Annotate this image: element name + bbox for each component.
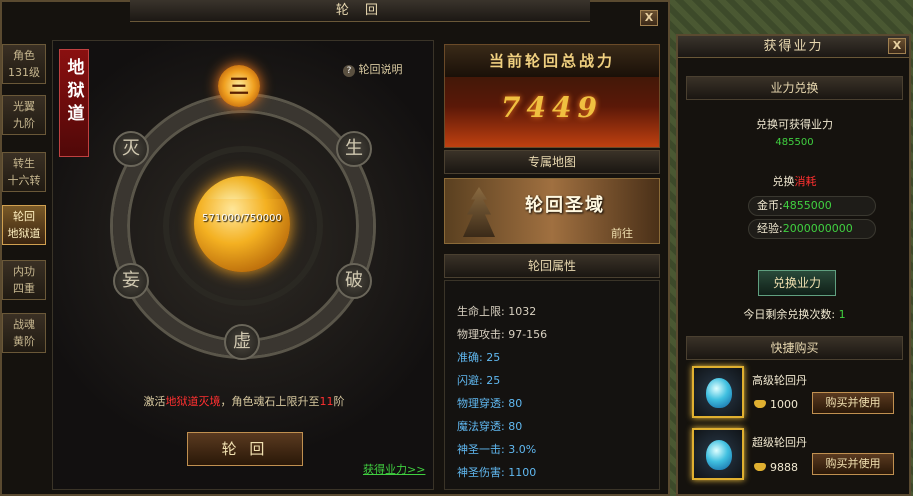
attributes-title: 轮回属性 — [444, 254, 660, 278]
cost-label: 兑换消耗 — [772, 175, 817, 188]
item-price: 9888 — [770, 461, 798, 474]
buy-use-button[interactable]: 购买并使用 — [812, 453, 894, 475]
pagoda-icon — [463, 187, 495, 237]
exchange-label: 兑换可获得业力 — [756, 118, 833, 131]
flame-seal-icon: 三 — [218, 65, 260, 107]
item-price: 1000 — [770, 398, 798, 411]
attr-row: 神圣伤害: 1100 — [457, 466, 537, 479]
map-name: 轮回圣域 — [525, 195, 605, 216]
karma-window-title: 获得业力 — [678, 36, 909, 58]
remaining-count: 今日剩余兑换次数: 1 — [743, 308, 846, 321]
attr-row: 神圣一击: 3.0% — [457, 443, 537, 456]
orb-progress-text: 571000/750000 — [202, 213, 282, 224]
attr-row: 物理攻击: 97-156 — [457, 328, 548, 341]
goto-label[interactable]: 前往 — [611, 225, 633, 241]
energy-orb — [194, 176, 290, 272]
gold-cost-pill: 金币:4855000 — [748, 196, 876, 216]
map-banner[interactable]: 轮回圣域 前往 — [444, 178, 660, 244]
tab-war-soul[interactable]: 战魂 黄阶 — [2, 313, 46, 353]
tab-rebirth[interactable]: 转生 十六转 — [2, 152, 46, 192]
map-section-title: 专属地图 — [444, 150, 660, 174]
attr-row: 生命上限: 1032 — [457, 305, 537, 318]
orb-fill — [194, 198, 290, 272]
karma-close-button[interactable]: X — [888, 38, 906, 54]
buy-use-button[interactable]: 购买并使用 — [812, 392, 894, 414]
power-title: 当前轮回总战力 — [445, 45, 659, 77]
banner-text: 地狱道 — [63, 58, 84, 127]
exp-cost-pill: 经验:2000000000 — [748, 219, 876, 239]
reincarnation-window-title: 轮 回 — [130, 0, 590, 22]
exchange-karma-button[interactable]: 兑换业力 — [758, 270, 836, 296]
help-link[interactable]: ? 轮回说明 — [343, 61, 403, 77]
item-name: 超级轮回丹 — [752, 436, 807, 449]
item-slot-advanced-pill[interactable] — [692, 366, 744, 418]
power-value: 7449 — [501, 91, 603, 124]
ring-char-top-right: 生 — [336, 131, 372, 167]
tab-inner-power[interactable]: 内功 四重 — [2, 260, 46, 300]
tab-character[interactable]: 角色 131级 — [2, 44, 46, 84]
exchange-title: 业力兑换 — [686, 76, 903, 100]
activation-notice: 激活地狱道灭境，角色魂石上限升至11阶 — [143, 395, 345, 408]
ring-char-mid-left: 妄 — [113, 263, 149, 299]
reincarnation-ring-area: 地狱道 ? 轮回说明 三 灭 生 妄 破 虚 571000/750000 激活地… — [52, 40, 434, 490]
main-close-button[interactable]: X — [640, 10, 658, 26]
attr-row: 物理穿透: 80 — [457, 397, 523, 410]
banner-ribbon: 地狱道 — [59, 49, 89, 157]
attr-row: 闪避: 25 — [457, 374, 501, 387]
exchange-value: 485500 — [775, 137, 814, 148]
tab-wings[interactable]: 光翼 九阶 — [2, 95, 46, 135]
power-panel: 当前轮回总战力 7449 — [444, 44, 660, 148]
tab-reincarnation[interactable]: 轮回 地狱道 — [2, 205, 46, 245]
karma-window — [676, 34, 911, 496]
ring-char-top-left: 灭 — [113, 131, 149, 167]
gain-karma-link[interactable]: 获得业力>> — [363, 461, 425, 477]
ring-char-bottom: 虚 — [224, 324, 260, 360]
help-label: 轮回说明 — [358, 63, 403, 76]
quick-buy-title: 快捷购买 — [686, 336, 903, 360]
item-slot-super-pill[interactable] — [692, 428, 744, 480]
attr-row: 魔法穿透: 80 — [457, 420, 523, 433]
attr-row: 准确: 25 — [457, 351, 501, 364]
help-icon: ? — [343, 65, 355, 77]
item-name: 高级轮回丹 — [752, 374, 807, 387]
ring-char-mid-right: 破 — [336, 263, 372, 299]
reincarnate-button[interactable]: 轮 回 — [187, 432, 303, 466]
gem-icon — [706, 378, 732, 408]
gem-icon — [706, 440, 732, 470]
